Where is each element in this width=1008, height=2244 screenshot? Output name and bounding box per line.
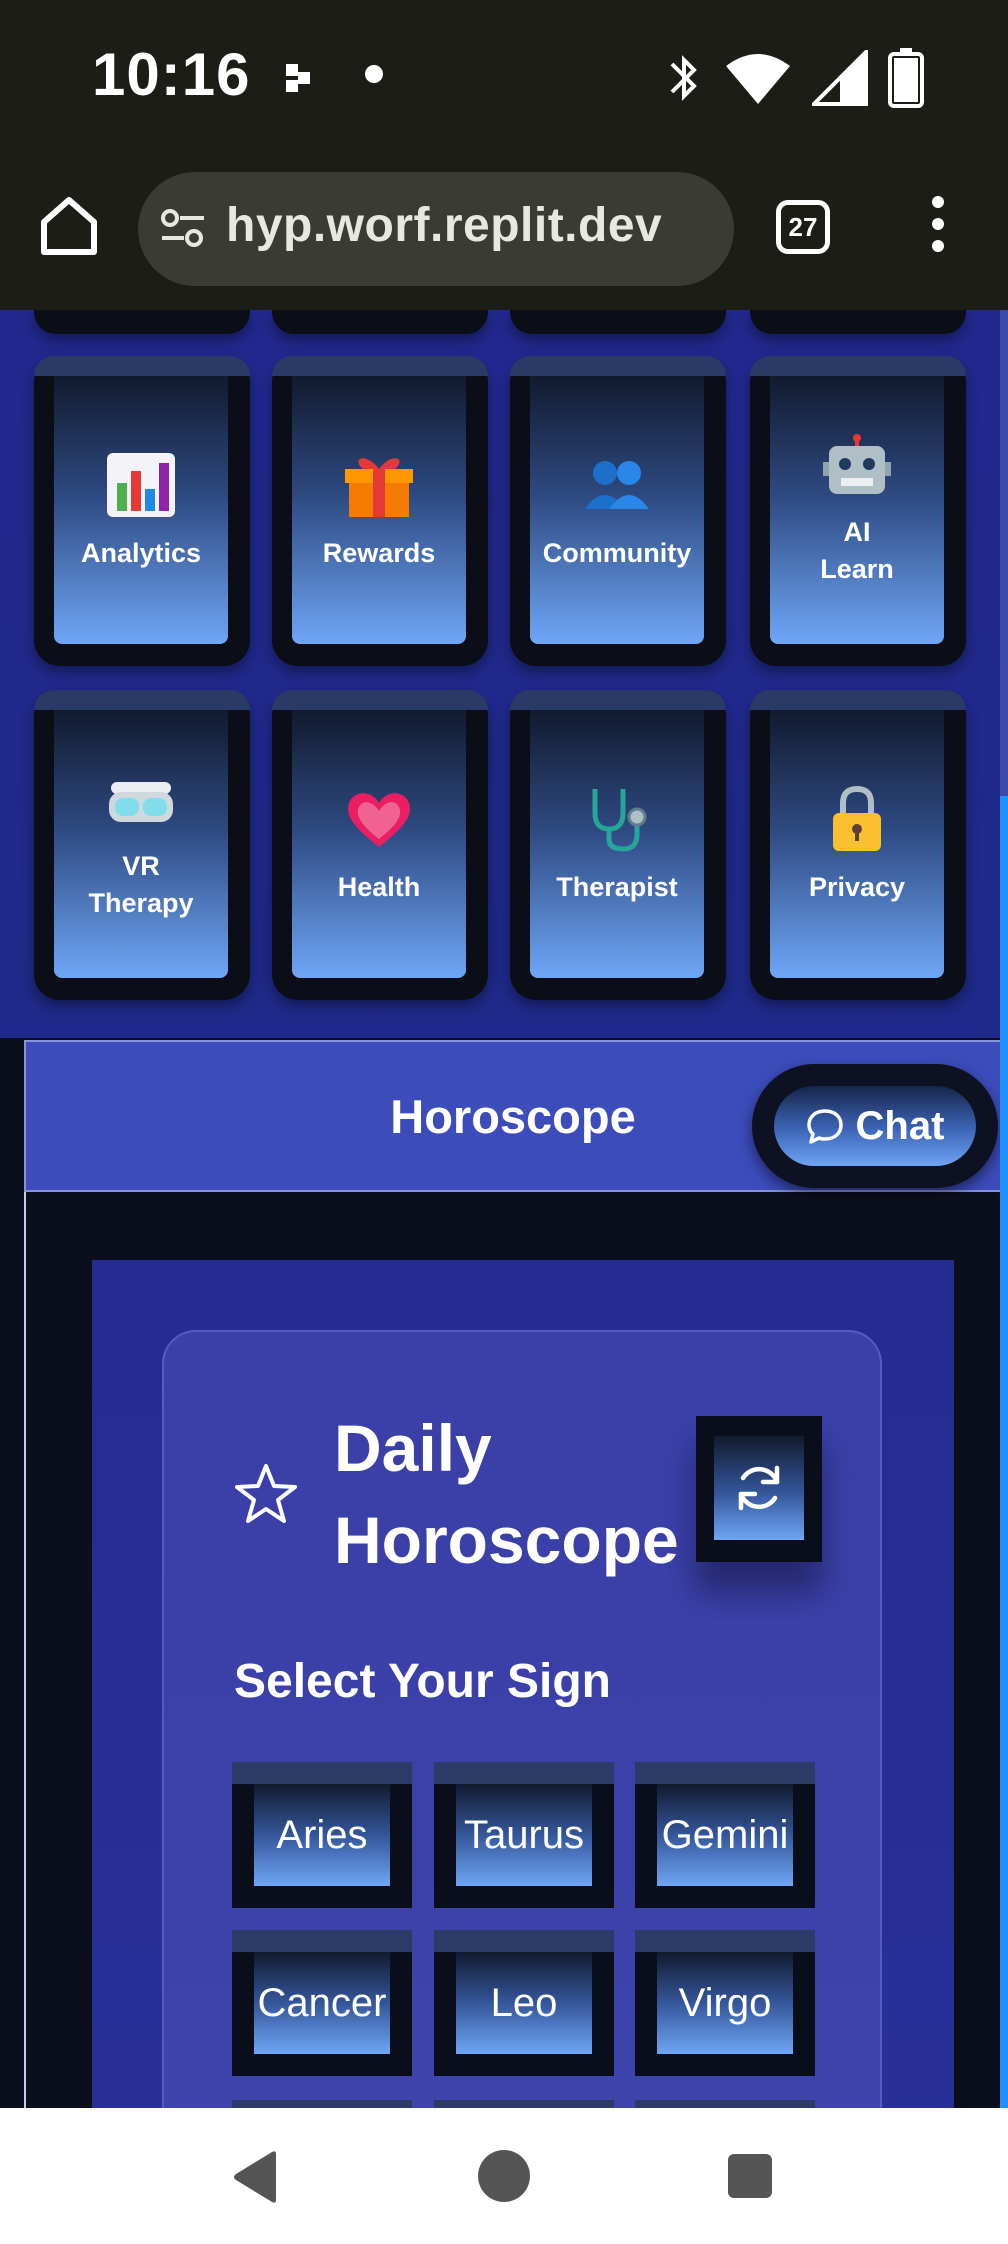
app-label: AI Learn <box>820 517 894 584</box>
sign-label: Leo <box>490 1981 558 2025</box>
recent-apps-icon[interactable] <box>728 2154 772 2198</box>
browser-toolbar: hyp.worf.replit.dev 27 <box>0 148 1008 310</box>
status-time: 10:16 <box>92 41 251 108</box>
app-tile-community[interactable]: Community <box>510 356 726 666</box>
app-tile-privacy[interactable]: Privacy <box>750 690 966 1000</box>
wifi-icon <box>726 54 790 104</box>
sign-label: Cancer <box>257 1981 387 2025</box>
card-title: Daily Horoscope <box>334 1411 679 1577</box>
sign-button-gemini[interactable]: Gemini <box>635 1762 815 1908</box>
app-tile-partial <box>750 310 966 334</box>
lock-icon <box>833 785 881 851</box>
home-icon[interactable] <box>36 192 102 258</box>
star-icon <box>235 1464 297 1523</box>
sign-label: Taurus <box>463 1813 585 1857</box>
status-bar: 10:16 <box>0 0 1008 148</box>
sign-button-partial[interactable] <box>232 2100 412 2108</box>
system-nav-bar <box>0 2108 1008 2244</box>
robot-icon <box>823 434 891 494</box>
status-icons <box>664 48 924 108</box>
heart-icon <box>348 792 410 847</box>
url-text: hyp.worf.replit.dev <box>226 199 663 252</box>
chat-button[interactable]: Chat <box>752 1064 998 1188</box>
chat-bubble-icon <box>806 1109 843 1144</box>
sign-button-partial[interactable] <box>434 2100 614 2108</box>
app-tile-health[interactable]: Health <box>272 690 488 1000</box>
stethoscope-icon <box>592 788 647 852</box>
people-icon <box>585 460 649 509</box>
app-label: VR Therapy <box>88 851 194 918</box>
phone-screen: 10:16 hyp.worf.replit.dev 27 Analytics R… <box>0 0 1008 2244</box>
gift-icon <box>345 457 413 517</box>
sign-button-taurus[interactable]: Taurus <box>434 1762 614 1908</box>
apps-grid: Analytics Rewards Community AI Learn VR … <box>0 310 1000 1038</box>
app-tile-partial <box>510 310 726 334</box>
bar-chart-icon <box>107 452 175 517</box>
scrollbar-thumb[interactable] <box>1000 796 1008 2108</box>
signal-icon <box>812 50 868 106</box>
app-tile-partial <box>34 310 250 334</box>
sign-label: Aries <box>276 1813 368 1857</box>
sign-button-virgo[interactable]: Virgo <box>635 1930 815 2076</box>
dot-icon <box>365 65 383 83</box>
bluetooth-icon <box>670 55 697 101</box>
divider <box>24 1192 26 2108</box>
app-label: Community <box>542 537 692 568</box>
sign-button-cancer[interactable]: Cancer <box>232 1930 412 2076</box>
address-bar[interactable]: hyp.worf.replit.dev <box>138 172 734 286</box>
app-tile-therapist[interactable]: Therapist <box>510 690 726 1000</box>
app-tile-ai-learn[interactable]: AI Learn <box>750 356 966 666</box>
app-label: Privacy <box>808 871 906 902</box>
site-settings-icon[interactable] <box>160 206 206 252</box>
vr-goggles-icon <box>109 782 173 822</box>
select-sign-label: Select Your Sign <box>234 1655 611 1708</box>
page-scrollbar[interactable] <box>1000 310 1008 2108</box>
app-tile-analytics[interactable]: Analytics <box>34 356 250 666</box>
back-icon[interactable] <box>232 2150 280 2204</box>
battery-icon <box>888 48 924 108</box>
sign-button-leo[interactable]: Leo <box>434 1930 614 2076</box>
chat-label: Chat <box>855 1103 945 1148</box>
app-tile-partial <box>272 310 488 334</box>
browser-menu-icon[interactable] <box>926 196 950 256</box>
web-content: Analytics Rewards Community AI Learn VR … <box>0 310 1008 2108</box>
daily-horoscope-card: Daily Horoscope Select Your Sign Aries T… <box>162 1330 882 2108</box>
app-label: Therapist <box>556 871 678 902</box>
refresh-button[interactable] <box>696 1416 822 1562</box>
app-tile-rewards[interactable]: Rewards <box>272 356 488 666</box>
app-tile-vr-therapy[interactable]: VR Therapy <box>34 690 250 1000</box>
sign-button-aries[interactable]: Aries <box>232 1762 412 1908</box>
app-label: Analytics <box>80 537 202 568</box>
sign-label: Virgo <box>678 1981 772 2025</box>
refresh-icon <box>738 1465 780 1511</box>
sign-button-partial[interactable] <box>635 2100 815 2108</box>
notification-icons <box>286 64 310 92</box>
tab-switcher-button[interactable]: 27 <box>776 200 830 254</box>
sign-label: Gemini <box>661 1813 789 1857</box>
app-label: Health <box>337 871 421 902</box>
app-label: Rewards <box>322 537 436 568</box>
home-nav-icon[interactable] <box>478 2150 530 2202</box>
horoscope-section: Daily Horoscope Select Your Sign Aries T… <box>92 1260 954 2108</box>
